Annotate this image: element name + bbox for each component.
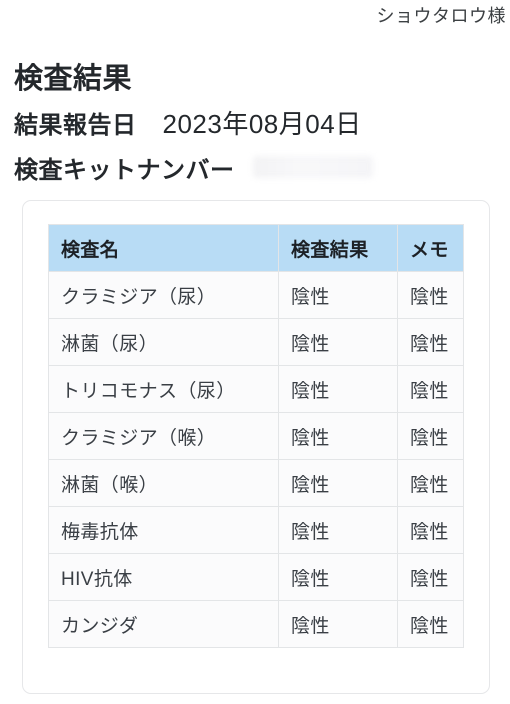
cell-memo: 陰性 <box>397 271 464 319</box>
test-result-page: ショウタロウ様 検査結果 結果報告日 2023年08月04日 検査キットナンバー… <box>0 0 510 704</box>
table-row: クラミジア（尿） 陰性 陰性 <box>48 271 464 319</box>
cell-memo: 陰性 <box>397 506 464 554</box>
customer-name: ショウタロウ様 <box>376 6 506 26</box>
cell-memo: 陰性 <box>397 412 464 460</box>
table-row: トリコモナス（尿） 陰性 陰性 <box>48 365 464 413</box>
cell-test-result: 陰性 <box>278 600 398 648</box>
test-result-table: 検査名 検査結果 メモ クラミジア（尿） 陰性 陰性 淋菌（尿） 陰性 陰性 ト… <box>48 224 464 648</box>
cell-test-name: 梅毒抗体 <box>48 506 279 554</box>
cell-test-result: 陰性 <box>278 553 398 601</box>
column-header-test-result: 検査結果 <box>278 224 398 272</box>
cell-test-result: 陰性 <box>278 459 398 507</box>
cell-test-name: クラミジア（尿） <box>48 271 279 319</box>
table-row: HIV抗体 陰性 陰性 <box>48 553 464 601</box>
report-date-value: 2023年08月04日 <box>162 109 362 139</box>
cell-memo: 陰性 <box>397 365 464 413</box>
cell-test-name: 淋菌（尿） <box>48 318 279 366</box>
cell-test-result: 陰性 <box>278 365 398 413</box>
cell-test-name: カンジダ <box>48 600 279 648</box>
cell-memo: 陰性 <box>397 553 464 601</box>
report-date-row: 結果報告日 2023年08月04日 <box>14 108 362 142</box>
cell-memo: 陰性 <box>397 600 464 648</box>
kit-number-label: 検査キットナンバー <box>14 157 235 184</box>
cell-test-name: 淋菌（喉） <box>48 459 279 507</box>
column-header-test-name: 検査名 <box>48 224 279 272</box>
table-row: クラミジア（喉） 陰性 陰性 <box>48 412 464 460</box>
table-body: クラミジア（尿） 陰性 陰性 淋菌（尿） 陰性 陰性 トリコモナス（尿） 陰性 … <box>48 271 464 648</box>
cell-test-result: 陰性 <box>278 412 398 460</box>
cell-test-result: 陰性 <box>278 318 398 366</box>
table-row: 淋菌（尿） 陰性 陰性 <box>48 318 464 366</box>
cell-test-name: トリコモナス（尿） <box>48 365 279 413</box>
table-row: 淋菌（喉） 陰性 陰性 <box>48 459 464 507</box>
report-date-label: 結果報告日 <box>14 112 137 139</box>
result-card: 検査名 検査結果 メモ クラミジア（尿） 陰性 陰性 淋菌（尿） 陰性 陰性 ト… <box>22 200 490 694</box>
cell-test-result: 陰性 <box>278 271 398 319</box>
table-row: カンジダ 陰性 陰性 <box>48 600 464 648</box>
page-title: 検査結果 <box>14 63 133 96</box>
table-header-row: 検査名 検査結果 メモ <box>48 224 464 272</box>
table-header: 検査名 検査結果 メモ <box>48 224 464 272</box>
cell-test-name: HIV抗体 <box>48 553 279 601</box>
table-row: 梅毒抗体 陰性 陰性 <box>48 506 464 554</box>
cell-test-name: クラミジア（喉） <box>48 412 279 460</box>
cell-memo: 陰性 <box>397 318 464 366</box>
kit-number-redacted-value <box>252 156 373 178</box>
kit-number-row: 検査キットナンバー <box>14 155 373 187</box>
cell-test-result: 陰性 <box>278 506 398 554</box>
column-header-memo: メモ <box>397 224 464 272</box>
cell-memo: 陰性 <box>397 459 464 507</box>
